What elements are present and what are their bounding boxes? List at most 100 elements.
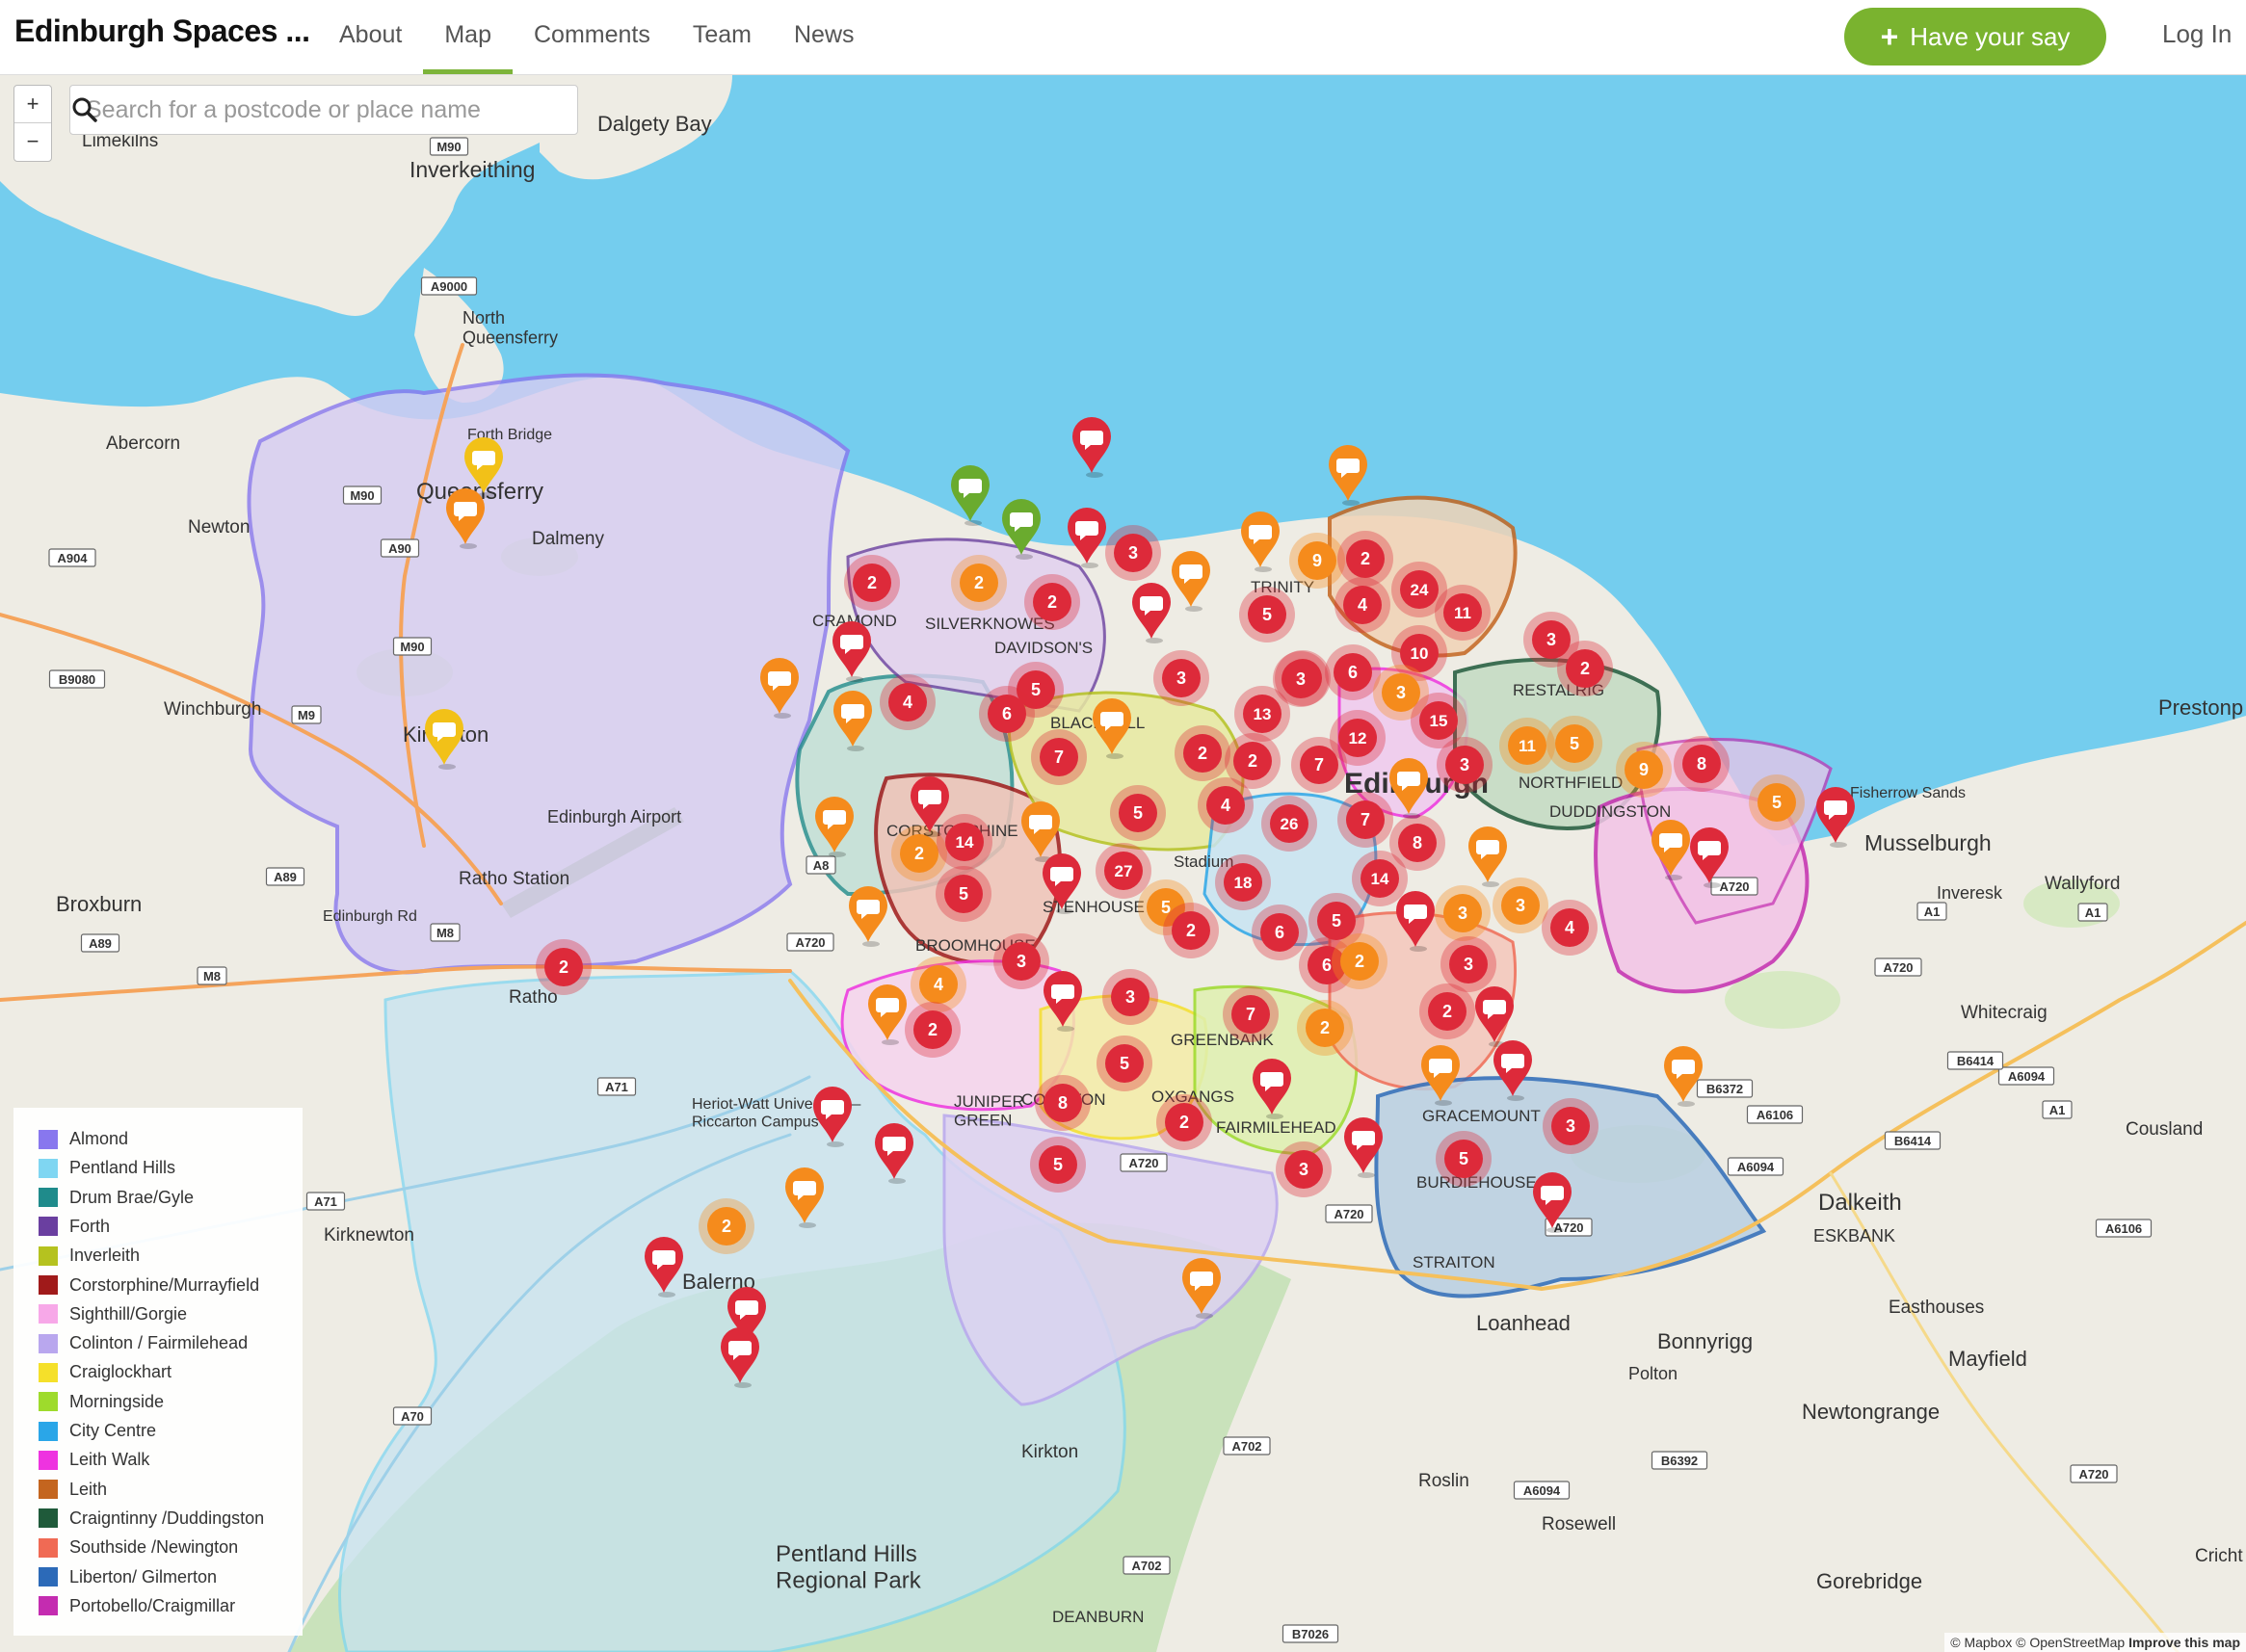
comment-cluster[interactable]: 9: [1289, 533, 1345, 589]
comment-cluster[interactable]: 13: [1234, 686, 1290, 742]
comment-pin-icon[interactable]: [1172, 551, 1210, 612]
login-link[interactable]: Log In: [2162, 19, 2232, 49]
comment-cluster[interactable]: 4: [1542, 900, 1598, 956]
nav-map[interactable]: Map: [423, 0, 513, 74]
comment-pin-icon[interactable]: [1043, 853, 1081, 914]
nav-team[interactable]: Team: [672, 0, 773, 74]
comment-cluster[interactable]: 3: [1543, 1098, 1599, 1154]
comment-pin-icon[interactable]: [1690, 827, 1729, 888]
comment-cluster[interactable]: 8: [1674, 736, 1730, 792]
comment-pin-icon[interactable]: [1093, 698, 1131, 759]
comment-pin-icon[interactable]: [1241, 511, 1280, 572]
comment-pin-icon[interactable]: [1021, 801, 1060, 862]
comment-cluster[interactable]: 5: [936, 866, 991, 922]
comment-cluster[interactable]: 2: [536, 939, 592, 995]
comment-cluster[interactable]: 4: [1334, 577, 1390, 633]
comment-cluster[interactable]: 26: [1261, 796, 1317, 852]
comment-pin-icon[interactable]: [785, 1167, 824, 1228]
comment-cluster[interactable]: 14: [1352, 851, 1408, 906]
comment-cluster[interactable]: 18: [1215, 854, 1271, 910]
comment-cluster[interactable]: 6: [1325, 644, 1381, 700]
comment-pin-icon[interactable]: [1068, 508, 1106, 568]
nav-news[interactable]: News: [773, 0, 876, 74]
zoom-in-button[interactable]: +: [14, 86, 51, 123]
site-brand[interactable]: Edinburgh Spaces ...: [14, 13, 310, 49]
comment-cluster[interactable]: 5: [1110, 785, 1166, 841]
comment-cluster[interactable]: 2: [1024, 574, 1080, 630]
improve-map-link[interactable]: Improve this map: [2128, 1635, 2240, 1650]
comment-cluster[interactable]: 2: [951, 555, 1007, 611]
comment-cluster[interactable]: 7: [1223, 986, 1279, 1042]
comment-cluster[interactable]: 6: [1252, 905, 1308, 960]
comment-cluster[interactable]: 2: [1297, 1000, 1353, 1056]
comment-cluster[interactable]: 3: [993, 933, 1049, 989]
comment-pin-icon[interactable]: [425, 709, 463, 770]
comment-pin-icon[interactable]: [721, 1327, 759, 1388]
comment-pin-icon[interactable]: [1475, 986, 1514, 1047]
comment-cluster[interactable]: 3: [1435, 885, 1491, 941]
comment-pin-icon[interactable]: [1533, 1172, 1572, 1233]
comment-cluster[interactable]: 3: [1153, 650, 1209, 706]
comment-cluster[interactable]: 7: [1337, 792, 1393, 848]
comment-pin-icon[interactable]: [875, 1123, 913, 1184]
search-icon[interactable]: [70, 95, 99, 124]
comment-cluster[interactable]: 5: [1097, 1036, 1152, 1091]
comment-pin-icon[interactable]: [1072, 417, 1111, 478]
comment-pin-icon[interactable]: [1253, 1059, 1291, 1119]
comment-pin-icon[interactable]: [1468, 826, 1507, 887]
comment-pin-icon[interactable]: [1132, 583, 1171, 643]
comment-pin-icon[interactable]: [1651, 820, 1690, 880]
comment-pin-icon[interactable]: [1344, 1117, 1383, 1178]
comment-cluster[interactable]: 14: [937, 814, 992, 870]
comment-cluster[interactable]: 2: [1156, 1094, 1212, 1150]
comment-cluster[interactable]: 6: [979, 686, 1035, 742]
comment-cluster[interactable]: 3: [1437, 737, 1493, 793]
comment-pin-icon[interactable]: [1664, 1046, 1703, 1107]
comment-cluster[interactable]: 2: [1419, 983, 1475, 1039]
comment-pin-icon[interactable]: [1329, 445, 1367, 506]
comment-cluster[interactable]: 4: [1198, 777, 1254, 833]
comment-pin-icon[interactable]: [446, 488, 485, 549]
comment-cluster[interactable]: 7: [1031, 729, 1087, 785]
comment-pin-icon[interactable]: [1396, 891, 1435, 952]
comment-cluster[interactable]: 2: [905, 1002, 961, 1058]
comment-pin-icon[interactable]: [760, 658, 799, 719]
zoom-out-button[interactable]: −: [14, 123, 51, 160]
comment-pin-icon[interactable]: [849, 886, 887, 947]
nav-about[interactable]: About: [318, 0, 423, 74]
comment-cluster[interactable]: 3: [1493, 878, 1548, 933]
comment-cluster[interactable]: 5: [1030, 1137, 1086, 1193]
comment-cluster[interactable]: 27: [1096, 843, 1151, 899]
comment-pin-icon[interactable]: [951, 465, 990, 526]
comment-cluster[interactable]: 5: [1546, 716, 1602, 772]
comment-cluster[interactable]: 8: [1035, 1075, 1091, 1131]
comment-cluster[interactable]: 7: [1291, 737, 1347, 793]
comment-pin-icon[interactable]: [1493, 1040, 1532, 1101]
comment-pin-icon[interactable]: [1182, 1258, 1221, 1319]
comment-cluster[interactable]: 11: [1435, 585, 1491, 641]
comment-pin-icon[interactable]: [832, 621, 871, 682]
comment-pin-icon[interactable]: [1002, 499, 1041, 560]
comment-pin-icon[interactable]: [464, 437, 503, 498]
comment-cluster[interactable]: 5: [1436, 1131, 1492, 1187]
comment-cluster[interactable]: 4: [880, 674, 936, 730]
comment-cluster[interactable]: 5: [1239, 587, 1295, 642]
comment-cluster[interactable]: 3: [1102, 969, 1158, 1025]
comment-cluster[interactable]: 2: [699, 1198, 754, 1254]
comment-cluster[interactable]: 2: [1332, 933, 1387, 989]
nav-comments[interactable]: Comments: [513, 0, 672, 74]
comment-pin-icon[interactable]: [833, 691, 872, 751]
comment-cluster[interactable]: 9: [1616, 742, 1672, 798]
comment-cluster[interactable]: 2: [1175, 725, 1230, 781]
comment-pin-icon[interactable]: [813, 1087, 852, 1147]
map-canvas[interactable]: EdinburghDalgety BayLimekilnsInverkeithi…: [0, 75, 2246, 1652]
comment-pin-icon[interactable]: [868, 984, 907, 1045]
search-input[interactable]: [84, 92, 512, 128]
comment-pin-icon[interactable]: [1421, 1045, 1460, 1106]
comment-cluster[interactable]: 3: [1105, 525, 1161, 581]
comment-cluster[interactable]: 5: [1749, 774, 1805, 830]
comment-pin-icon[interactable]: [815, 797, 854, 857]
comment-cluster[interactable]: 2: [1163, 903, 1219, 958]
comment-pin-icon[interactable]: [1816, 787, 1855, 848]
have-your-say-button[interactable]: + Have your say: [1844, 8, 2106, 66]
